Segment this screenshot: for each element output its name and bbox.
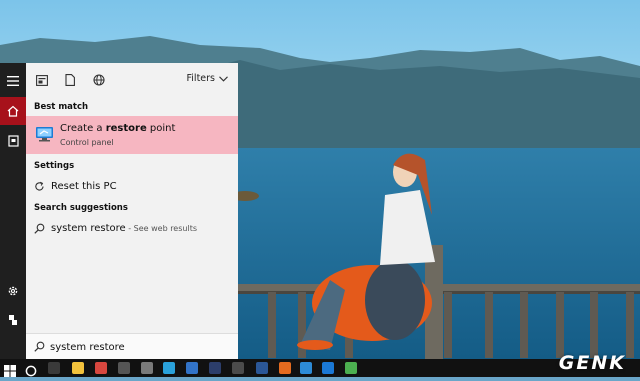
reset-pc-label: Reset this PC <box>51 181 117 192</box>
settings-header: Settings <box>34 161 75 171</box>
taskbar-app-chrome[interactable] <box>345 362 357 374</box>
taskbar-app-4[interactable] <box>118 362 130 374</box>
cortana-button[interactable] <box>25 362 37 377</box>
best-match-header: Best match <box>34 102 89 112</box>
restore-point-icon <box>36 127 53 142</box>
hamburger-icon <box>7 76 19 86</box>
search-suggestion-item[interactable]: system restore - See web results <box>26 219 238 239</box>
start-button[interactable] <box>4 362 16 377</box>
search-box <box>26 333 238 360</box>
taskbar-app-photoshop[interactable] <box>209 362 221 374</box>
settings-result-reset[interactable]: Reset this PC <box>26 177 238 197</box>
panel-toolbar: Filters <box>26 63 238 96</box>
search-suggestions-header: Search suggestions <box>34 203 128 213</box>
taskbar-app-5[interactable] <box>141 362 153 374</box>
documents-icon <box>7 135 19 147</box>
documents-filter-button[interactable] <box>62 72 78 88</box>
chevron-down-icon <box>219 75 228 82</box>
taskbar-app-13[interactable] <box>322 362 334 374</box>
taskbar-app-telegram[interactable] <box>163 362 175 374</box>
web-filter-button[interactable] <box>91 72 107 88</box>
taskbar-app-word[interactable] <box>256 362 268 374</box>
start-rail <box>0 63 26 359</box>
search-input[interactable] <box>50 338 230 356</box>
taskbar-app-3[interactable] <box>95 362 107 374</box>
search-results-panel: Filters Best match Create a restore poin… <box>26 63 238 360</box>
taskbar-app-11[interactable] <box>279 362 291 374</box>
best-match-title: Create a restore point <box>60 123 176 134</box>
document-icon <box>65 74 75 86</box>
taskbar <box>0 359 640 377</box>
best-match-subtitle: Control panel <box>60 138 114 147</box>
user-icon <box>9 315 17 325</box>
apps-filter-button[interactable] <box>34 72 50 88</box>
expand-menu-button[interactable] <box>0 67 26 95</box>
genk-watermark: GENK <box>558 352 626 374</box>
settings-button[interactable] <box>0 277 26 305</box>
documents-button[interactable] <box>0 127 26 155</box>
filters-dropdown[interactable]: Filters <box>187 73 228 84</box>
taskbar-app-12[interactable] <box>300 362 312 374</box>
search-icon <box>34 223 45 234</box>
gear-icon <box>8 286 18 296</box>
home-icon <box>7 105 19 117</box>
search-icon <box>34 341 45 352</box>
globe-icon <box>93 74 105 86</box>
cortana-icon <box>25 365 37 377</box>
best-match-result[interactable]: Create a restore point Control panel <box>26 116 238 154</box>
taskbar-app-1[interactable] <box>48 362 60 374</box>
reset-icon <box>35 181 44 191</box>
user-button[interactable] <box>0 306 26 334</box>
apps-icon <box>36 74 48 86</box>
windows-logo-icon <box>4 365 16 377</box>
taskbar-app-9[interactable] <box>232 362 244 374</box>
suggestion-text: system restore - See web results <box>51 223 197 234</box>
taskbar-app-7[interactable] <box>186 362 198 374</box>
taskbar-app-explorer[interactable] <box>72 362 84 374</box>
filters-label: Filters <box>186 73 215 84</box>
home-button[interactable] <box>0 97 26 125</box>
